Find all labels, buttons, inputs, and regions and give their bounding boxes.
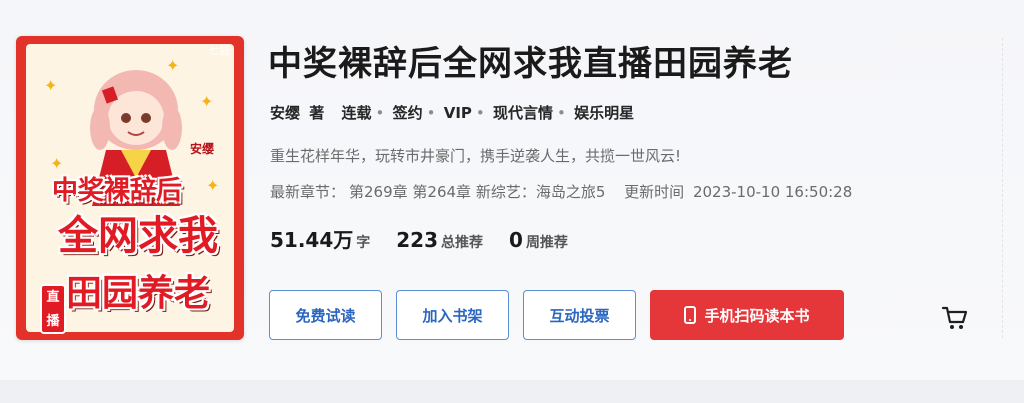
latest-chapter-row: 最新章节： 第269章 第264章 新综艺：海岛之旅5 更新时间 2023-10-… bbox=[270, 181, 856, 202]
author-link[interactable]: 安缨 bbox=[270, 104, 300, 122]
meta-separator: • bbox=[475, 104, 485, 122]
contract-label: 签约 bbox=[392, 104, 423, 122]
book-detail-card: ✦ ✦ ✦ ✦ ✦ 七猫 安缨 中奖裸辞后 全网求我 田园养老 直播 中奖裸辞后… bbox=[0, 0, 1024, 380]
cover-publisher-logo: 七猫 bbox=[208, 44, 230, 57]
total-recommend-unit: 总推荐 bbox=[441, 235, 484, 251]
mobile-read-label: 手机扫码读本书 bbox=[704, 306, 810, 325]
cover-title-line1: 中奖裸辞后 bbox=[52, 176, 183, 206]
total-recommend-value: 223 bbox=[396, 228, 439, 252]
phone-icon bbox=[684, 306, 697, 324]
category-link[interactable]: 现代言情 bbox=[493, 104, 553, 122]
weekly-recommend-unit: 周推荐 bbox=[525, 235, 568, 251]
cover-title-line2: 全网求我 bbox=[58, 213, 218, 259]
meta-separator: • bbox=[557, 104, 566, 122]
cover-title-line3: 田园养老 bbox=[66, 273, 211, 314]
word-count-value: 51.44万 bbox=[270, 228, 354, 252]
cover-side-tag: 直播 bbox=[40, 284, 66, 334]
subcategory-link[interactable]: 娱乐明星 bbox=[574, 104, 634, 122]
divider bbox=[1002, 38, 1003, 338]
update-label: 更新时间 bbox=[624, 183, 685, 201]
word-count-unit: 字 bbox=[356, 235, 371, 251]
status-label: 连载 bbox=[341, 104, 372, 122]
weekly-recommend: 0 周推荐 bbox=[509, 228, 568, 252]
meta-separator: • bbox=[426, 104, 436, 122]
author-suffix: 著 bbox=[309, 104, 325, 122]
cart-icon[interactable] bbox=[940, 304, 970, 332]
mobile-read-button[interactable]: 手机扫码读本书 bbox=[650, 290, 844, 340]
total-recommend: 223 总推荐 bbox=[396, 228, 483, 252]
book-cover[interactable]: ✦ ✦ ✦ ✦ ✦ 七猫 安缨 中奖裸辞后 全网求我 田园养老 直播 bbox=[16, 36, 244, 340]
vip-label: VIP bbox=[443, 104, 472, 122]
meta-separator: • bbox=[375, 104, 385, 122]
add-to-shelf-button[interactable]: 加入书架 bbox=[396, 290, 509, 340]
latest-label: 最新章节： bbox=[270, 183, 346, 201]
book-meta: 安缨 著 连载 • 签约 • VIP • 现代言情 • 娱乐明星 bbox=[270, 102, 638, 123]
latest-chapter-link[interactable]: 第269章 第264章 新综艺：海岛之旅5 bbox=[349, 183, 605, 201]
book-intro: 重生花样年华，玩转市井豪门，携手逆袭人生，共揽一世风云! bbox=[270, 147, 682, 165]
vote-button[interactable]: 互动投票 bbox=[523, 290, 636, 340]
free-read-button[interactable]: 免费试读 bbox=[269, 290, 382, 340]
word-count: 51.44万 字 bbox=[270, 224, 370, 253]
book-stats: 51.44万 字 223 总推荐 0 周推荐 bbox=[270, 224, 594, 253]
section-separator bbox=[0, 380, 1024, 403]
weekly-recommend-value: 0 bbox=[509, 228, 523, 252]
book-title: 中奖裸辞后全网求我直播田园养老 bbox=[268, 44, 793, 84]
update-time: 2023-10-10 16:50:28 bbox=[692, 183, 853, 201]
cover-author-stamp: 安缨 bbox=[190, 142, 215, 156]
